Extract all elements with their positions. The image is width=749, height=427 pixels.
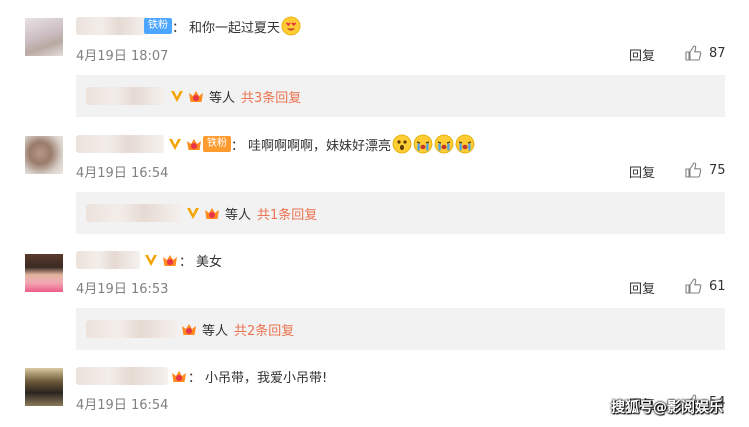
reply-button[interactable]: 回复 [629,45,655,64]
like-count: 61 [709,278,726,294]
fan-badge: 铁粉 [144,18,172,34]
comment-line: ： 小吊带，我爱小吊带! [76,366,327,386]
sub-reply-count[interactable]: 共3条回复 [241,87,301,106]
crown-badge-icon [180,321,198,337]
avatar[interactable] [25,254,63,292]
username-blurred[interactable] [76,17,148,35]
comment-line: 铁粉 ： 和你一起过夏天 [76,16,301,36]
source-watermark: 搜狐号@影阅娱乐 [611,400,723,416]
sub-replies-bar[interactable]: 等人 共1条回复 [76,192,725,234]
vip-v-icon [185,205,201,221]
reply-button[interactable]: 回复 [629,162,655,181]
comment-time: 4月19日 16:54 [76,398,169,413]
thumbs-up-icon [685,45,702,61]
sub-others-text: 等人 [225,207,252,223]
sub-replies-bar[interactable]: 等人 共2条回复 [76,308,725,350]
crown-badge-icon [187,88,205,104]
comment-text: 美女 [196,254,223,270]
crown-badge-icon [185,136,203,152]
username-blurred[interactable] [76,251,140,269]
vip-v-icon [169,88,185,104]
username-blurred[interactable] [76,135,164,153]
vip-v-icon [143,252,159,268]
sub-others-text: 等人 [209,90,236,106]
reply-button[interactable]: 回复 [629,278,655,297]
colon-separator: ： [188,370,202,386]
comment-text: 哇啊啊啊啊，妹妹好漂亮 [248,138,392,154]
comment-item: 铁粉 ： 和你一起过夏天 4月19日 18:07 回复 87 等人 共3条回复 [0,0,749,120]
comment-item: ： 美女 4月19日 16:53 回复 61 等人 共2条回复 [0,238,749,356]
colon-separator: ： [179,254,193,270]
comment-item: 铁粉 ： 哇啊啊啊啊，妹妹好漂亮 4月19日 16:54 回复 75 等人 共1… [0,120,749,238]
shocked-emoji [392,134,412,154]
comment-time: 4月19日 16:53 [76,282,169,297]
comment-time: 4月19日 18:07 [76,49,169,64]
comment-line: 铁粉 ： 哇啊啊啊啊，妹妹好漂亮 [76,134,475,154]
sub-reply-count[interactable]: 共2条回复 [234,320,294,339]
comment-time: 4月19日 16:54 [76,166,169,181]
colon-separator: ： [231,138,245,154]
reply-username-blurred [86,204,182,222]
crown-badge-icon [203,205,221,221]
like-count: 87 [709,45,726,61]
comment-line: ： 美女 [76,250,222,270]
like-button[interactable]: 87 [684,44,726,62]
sub-others-text: 等人 [202,323,229,339]
avatar[interactable] [25,18,63,56]
like-count: 75 [709,162,726,178]
crown-badge-icon [170,368,188,384]
sub-reply-count[interactable]: 共1条回复 [257,204,317,223]
fan-badge: 铁粉 [203,136,231,152]
avatar[interactable] [25,368,63,406]
crying-emoji [455,134,475,154]
reply-username-blurred [86,87,166,105]
avatar[interactable] [25,136,63,174]
reply-username-blurred [86,320,178,338]
thumbs-up-icon [685,278,702,294]
sub-replies-bar[interactable]: 等人 共3条回复 [76,75,725,117]
crying-emoji [413,134,433,154]
like-button[interactable]: 61 [684,277,726,295]
heart-eyes-emoji [281,16,301,36]
vip-v-icon [167,136,183,152]
comment-text: 和你一起过夏天 [189,20,281,36]
like-button[interactable]: 75 [684,161,726,179]
thumbs-up-icon [685,162,702,178]
comment-text: 小吊带，我爱小吊带! [205,370,328,386]
crown-badge-icon [161,252,179,268]
crying-emoji [434,134,454,154]
colon-separator: ： [172,20,186,36]
username-blurred[interactable] [76,367,168,385]
